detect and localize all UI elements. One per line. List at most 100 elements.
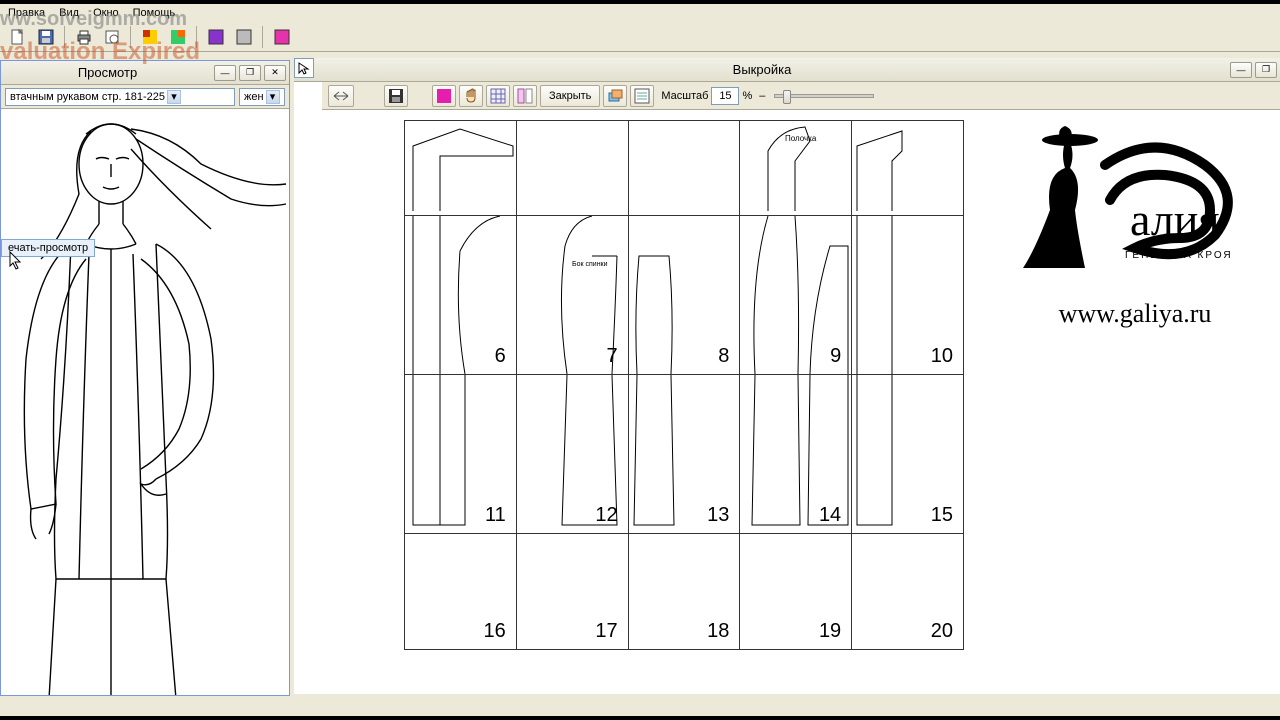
menu-help[interactable]: Помощь (133, 7, 176, 19)
page-cell[interactable]: 16 (405, 533, 517, 649)
svg-text:Полочка: Полочка (785, 134, 817, 143)
page-cell[interactable]: 15 (852, 374, 964, 533)
page-cell[interactable]: 14 (740, 374, 852, 533)
scale-unit: % (742, 90, 752, 102)
preview-window: Просмотр — ❐ ✕ втачным рукавом стр. 181-… (0, 60, 290, 696)
fashion-figure-sketch (1, 109, 289, 695)
grid-icon[interactable] (486, 85, 510, 107)
letterbox-bottom (0, 716, 1280, 720)
fill-magenta-icon[interactable] (432, 85, 456, 107)
toolbar-separator (64, 26, 66, 48)
page-cell[interactable]: 7 Бок спинки (516, 216, 628, 375)
page-cell[interactable]: 11 (405, 374, 517, 533)
page-cell[interactable] (628, 121, 740, 216)
scale-input[interactable] (711, 87, 739, 105)
page-number: 17 (595, 620, 617, 642)
preview-close-button[interactable]: ✕ (264, 65, 286, 81)
page-cell[interactable] (405, 121, 517, 216)
pattern-minimize-button[interactable]: — (1230, 62, 1252, 78)
preview-controls: втачным рукавом стр. 181-225 ▾ жен ▾ (1, 85, 289, 109)
page-cell[interactable]: 19 (740, 533, 852, 649)
toolbar-separator (130, 26, 132, 48)
page-cell[interactable]: 10 (852, 216, 964, 375)
page-number: 7 (606, 345, 617, 367)
pattern-sheet: Полочка 6 7 Бок спинки 8 (404, 120, 964, 650)
page-cell[interactable]: 13 (628, 374, 740, 533)
toolbar-print-icon[interactable] (72, 25, 96, 49)
pattern-toolbar: Закрыть Масштаб % – (322, 82, 1280, 110)
hand-pan-icon[interactable] (459, 85, 483, 107)
page-number: 13 (707, 504, 729, 526)
letterbox-top (0, 0, 1280, 4)
properties-icon[interactable] (630, 85, 654, 107)
brand-logo: алия ГЕНЕТИКА КРОЯ www.galiya.ru (1000, 120, 1270, 329)
page-cell[interactable]: 20 (852, 533, 964, 649)
layers-icon[interactable] (603, 85, 627, 107)
toolbar-new-icon[interactable] (6, 25, 30, 49)
page-number: 18 (707, 620, 729, 642)
menubar: Правка Вид Окно Помощь (0, 4, 1280, 22)
page-number: 14 (819, 504, 841, 526)
pattern-canvas[interactable]: алия ГЕНЕТИКА КРОЯ www.galiya.ru Полочка (294, 110, 1280, 694)
page-number: 8 (718, 345, 729, 367)
scale-label: Масштаб (661, 90, 708, 102)
slider-thumb[interactable] (783, 90, 791, 104)
page-number: 9 (830, 345, 841, 367)
model-select[interactable]: втачным рукавом стр. 181-225 ▾ (5, 88, 235, 106)
preview-title-text: Просмотр (1, 65, 214, 80)
brand-name: алия (1130, 194, 1220, 245)
page-number: 20 (931, 620, 953, 642)
preview-titlebar: Просмотр — ❐ ✕ (1, 61, 289, 85)
arrows-horizontal-icon[interactable] (328, 85, 354, 107)
menu-view[interactable]: Вид (59, 7, 79, 19)
page-cell[interactable]: 6 (405, 216, 517, 375)
brand-logo-graphic: алия ГЕНЕТИКА КРОЯ (1015, 120, 1255, 280)
brand-url: www.galiya.ru (1000, 299, 1270, 329)
page-number: 6 (495, 345, 506, 367)
page-cell[interactable]: 9 (740, 216, 852, 375)
page-cell[interactable]: 8 (628, 216, 740, 375)
pattern-maximize-button[interactable]: ❐ (1255, 62, 1277, 78)
toolbar-color2-icon[interactable] (166, 25, 190, 49)
page-cell[interactable] (852, 121, 964, 216)
toolbar-separator (196, 26, 198, 48)
dropdown-arrow-icon: ▾ (167, 90, 181, 104)
menu-window[interactable]: Окно (93, 7, 119, 19)
selection-tool-icon[interactable] (294, 58, 314, 78)
zoom-out-icon[interactable]: – (759, 90, 765, 102)
save-icon[interactable] (384, 85, 408, 107)
preview-restore-button[interactable]: ❐ (239, 65, 261, 81)
page-number: 12 (595, 504, 617, 526)
toolbar-save-icon[interactable] (34, 25, 58, 49)
page-cell[interactable]: 18 (628, 533, 740, 649)
preview-canvas: ечать-просмотр (1, 109, 289, 695)
model-select-value: втачным рукавом стр. 181-225 (10, 91, 165, 103)
page-cell[interactable]: Полочка (740, 121, 852, 216)
pattern-titlebar: Выкройка — ❐ (294, 58, 1280, 82)
page-number: 19 (819, 620, 841, 642)
pattern-window: Выкройка — ❐ Закрыть Масштаб (294, 58, 1280, 694)
page-number: 10 (931, 345, 953, 367)
scale-slider[interactable] (774, 94, 874, 98)
dropdown-arrow-icon: ▾ (266, 90, 280, 104)
brand-tagline: ГЕНЕТИКА КРОЯ (1125, 250, 1233, 261)
preview-minimize-button[interactable]: — (214, 65, 236, 81)
page-number: 15 (931, 504, 953, 526)
gender-select[interactable]: жен ▾ (239, 88, 285, 106)
toolbar-separator (262, 26, 264, 48)
close-button[interactable]: Закрыть (540, 85, 600, 107)
svg-text:Бок спинки: Бок спинки (572, 261, 608, 268)
main-toolbar (0, 22, 1280, 52)
split-view-icon[interactable] (513, 85, 537, 107)
toolbar-preview-icon[interactable] (100, 25, 124, 49)
toolbar-fill-magenta-icon[interactable] (270, 25, 294, 49)
page-cell[interactable] (516, 121, 628, 216)
toolbar-fill-purple-icon[interactable] (204, 25, 228, 49)
menu-edit[interactable]: Правка (8, 7, 45, 19)
toolbar-fill-gray-icon[interactable] (232, 25, 256, 49)
page-cell[interactable]: 17 (516, 533, 628, 649)
toolbar-color1-icon[interactable] (138, 25, 162, 49)
page-cell[interactable]: 12 (516, 374, 628, 533)
page-number: 16 (484, 620, 506, 642)
cursor-icon (9, 251, 25, 271)
